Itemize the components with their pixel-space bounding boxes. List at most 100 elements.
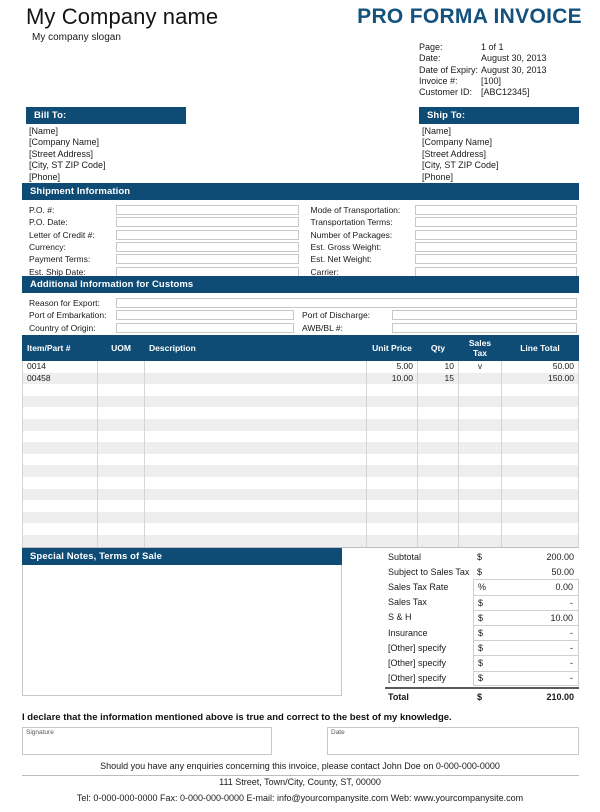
cell-desc bbox=[144, 372, 367, 385]
cell-empty bbox=[366, 384, 418, 396]
table-row-empty[interactable] bbox=[22, 511, 579, 524]
cell-empty bbox=[417, 430, 459, 443]
totals-value[interactable]: $ - bbox=[473, 624, 579, 641]
table-row-empty[interactable] bbox=[22, 442, 579, 454]
cell-empty bbox=[97, 442, 145, 454]
cell-empty bbox=[366, 418, 418, 431]
cell-empty bbox=[501, 511, 579, 524]
invoice-meta: Page: 1 of 1 Date: August 30, 2013 Date … bbox=[419, 42, 587, 98]
cell-empty bbox=[366, 407, 418, 419]
cell-empty bbox=[97, 511, 145, 524]
address-line: [Street Address] bbox=[29, 148, 94, 159]
field-input[interactable] bbox=[414, 254, 577, 265]
table-row-empty[interactable] bbox=[22, 430, 579, 443]
totals-label: [Other] specify bbox=[388, 642, 447, 653]
amount: - bbox=[570, 658, 573, 669]
totals-value[interactable]: % 0.00 bbox=[473, 579, 579, 595]
cell-empty bbox=[144, 523, 367, 535]
cell-tax: v bbox=[458, 360, 502, 373]
cell-empty bbox=[501, 442, 579, 454]
table-row-empty[interactable] bbox=[22, 500, 579, 512]
cell-empty bbox=[366, 395, 418, 408]
totals-value[interactable]: $ - bbox=[473, 655, 579, 671]
cell-desc bbox=[144, 360, 367, 373]
amount: - bbox=[570, 597, 573, 608]
totals-row: Subtotal $ 200.00 bbox=[385, 549, 579, 564]
cell-empty bbox=[501, 476, 579, 489]
shipment-fields-left: P.O. #: P.O. Date: Letter of Credit #: C… bbox=[22, 204, 301, 278]
table-row[interactable]: 0014 5.00 10 v 50.00 bbox=[22, 360, 579, 373]
totals-row: [Other] specify $ - bbox=[385, 640, 579, 656]
table-row[interactable]: 00458 10.00 15 150.00 bbox=[22, 372, 579, 385]
cell-empty bbox=[22, 395, 98, 408]
field-input[interactable] bbox=[414, 217, 577, 228]
special-notes-block: Special Notes, Terms of Sale bbox=[22, 548, 342, 696]
totals-value[interactable]: $ 10.00 bbox=[473, 609, 579, 625]
table-row-empty[interactable] bbox=[22, 488, 579, 501]
cell-empty bbox=[144, 442, 367, 454]
totals-value[interactable]: $ - bbox=[473, 640, 579, 656]
field-input[interactable] bbox=[116, 217, 299, 228]
field-input[interactable] bbox=[392, 310, 577, 321]
table-row-empty[interactable] bbox=[22, 465, 579, 477]
field-input[interactable] bbox=[116, 229, 299, 240]
address-line: [Phone] bbox=[422, 171, 454, 182]
field-input[interactable] bbox=[116, 298, 577, 309]
cell-empty bbox=[417, 407, 459, 419]
table-row-empty[interactable] bbox=[22, 418, 579, 431]
ship-to-address: [Name] [Company Name] [Street Address] [Cit… bbox=[419, 124, 579, 183]
field-input[interactable] bbox=[414, 205, 577, 216]
field-input[interactable] bbox=[116, 322, 294, 333]
field-input[interactable] bbox=[116, 254, 299, 265]
customs-fields: Reason for Export: Port of Embarkation: … bbox=[22, 293, 579, 334]
field-label: Est. Gross Weight: bbox=[310, 242, 382, 253]
date-field[interactable]: Date bbox=[327, 727, 579, 755]
cell-empty bbox=[22, 500, 98, 512]
cell-empty bbox=[458, 523, 502, 535]
totals-value[interactable]: $ - bbox=[473, 594, 579, 610]
meta-value: [100] bbox=[481, 75, 502, 86]
cell-empty bbox=[417, 418, 459, 431]
form-field: Transportation Terms: bbox=[308, 216, 580, 228]
cell-empty bbox=[417, 511, 459, 524]
field-input[interactable] bbox=[116, 205, 299, 216]
field-input[interactable] bbox=[392, 322, 577, 333]
cell-item: 00458 bbox=[22, 372, 98, 385]
cell-empty bbox=[501, 418, 579, 431]
column-header: Line Total bbox=[501, 335, 579, 361]
field-input[interactable] bbox=[116, 310, 294, 321]
cell-empty bbox=[458, 407, 502, 419]
footer-contact: Tel: 0-000-000-0000 Fax: 0-000-000-0000 … bbox=[76, 793, 524, 803]
form-field: P.O. Date: bbox=[22, 216, 301, 228]
declaration-text: I declare that the information mentioned… bbox=[22, 712, 452, 723]
table-row-empty[interactable] bbox=[22, 384, 579, 396]
currency-symbol: % bbox=[478, 582, 487, 593]
field-input[interactable] bbox=[414, 242, 577, 253]
table-row-empty[interactable] bbox=[22, 395, 579, 408]
totals-label: Sales Tax Rate bbox=[388, 581, 449, 592]
field-label: Reason for Export: bbox=[29, 298, 100, 309]
field-input[interactable] bbox=[414, 229, 577, 240]
cell-empty bbox=[22, 453, 98, 466]
table-row-empty[interactable] bbox=[22, 523, 579, 535]
table-row-empty[interactable] bbox=[22, 407, 579, 419]
field-input[interactable] bbox=[116, 242, 299, 253]
address-line: [Phone] bbox=[29, 171, 61, 182]
table-header-row: Item/Part # UOM Description Unit Price Qty Sa… bbox=[22, 335, 579, 361]
field-label: Port of Discharge: bbox=[302, 310, 371, 321]
totals-value[interactable]: $ - bbox=[473, 670, 579, 686]
grand-total-label: Total bbox=[388, 691, 409, 702]
table-row-empty[interactable] bbox=[22, 476, 579, 489]
special-notes-input[interactable] bbox=[22, 565, 342, 696]
bill-to-address: [Name] [Company Name] [Street Address] [Cit… bbox=[26, 124, 186, 183]
company-name: My Company name bbox=[26, 4, 219, 29]
cell-empty bbox=[97, 523, 145, 535]
cell-empty bbox=[97, 534, 145, 548]
special-notes-title: Special Notes, Terms of Sale bbox=[22, 548, 342, 565]
table-row-empty[interactable] bbox=[22, 453, 579, 466]
totals-block: Subtotal $ 200.00 Subject to Sales Tax $… bbox=[385, 549, 579, 705]
cell-empty bbox=[22, 511, 98, 524]
totals-value: $ 50.00 bbox=[473, 564, 579, 579]
signature-field[interactable]: Signature bbox=[22, 727, 272, 755]
table-row-empty[interactable] bbox=[22, 534, 579, 548]
